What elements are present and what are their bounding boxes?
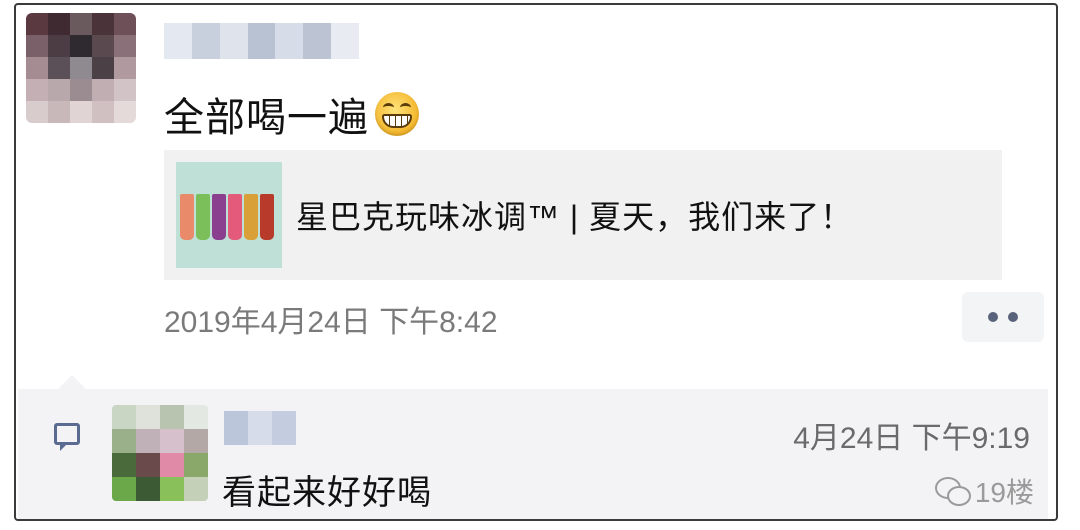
comment-icon [54,423,80,451]
wechat-icon [934,477,971,506]
link-title: 星巴克玩味冰调™ | 夏天，我们来了！ [296,199,854,235]
comments-pointer [58,375,86,389]
post-text: 全部喝一遍 [164,85,419,143]
comments-section: 4月24日 下午9:19 看起来好好喝 19楼 [18,375,1048,519]
author-name-blurred[interactable] [164,23,360,59]
link-thumbnail [176,162,282,268]
comment-time: 4月24日 下午9:19 [793,422,1030,455]
moments-post-frame: 全部喝一遍 星巴克玩味冰调™ | 夏天，我们来了！ 2019年4月24日 下午8… [14,3,1058,521]
watermark-text: 19楼 [974,477,1034,508]
watermark: 19楼 [934,471,1034,511]
author-avatar[interactable] [26,13,136,123]
post-text-content: 全部喝一遍 [164,96,369,140]
more-actions-button[interactable] [962,292,1044,342]
commenter-name-blurred[interactable] [224,411,296,445]
dot-icon [1008,312,1018,322]
shared-link-card[interactable]: 星巴克玩味冰调™ | 夏天，我们来了！ [164,150,1002,280]
comment-text: 看起来好好喝 [222,474,432,512]
post-timestamp: 2019年4月24日 下午8:42 [164,306,498,339]
grinning-face-icon [375,92,419,136]
commenter-avatar[interactable] [112,405,208,501]
dot-icon [988,312,998,322]
